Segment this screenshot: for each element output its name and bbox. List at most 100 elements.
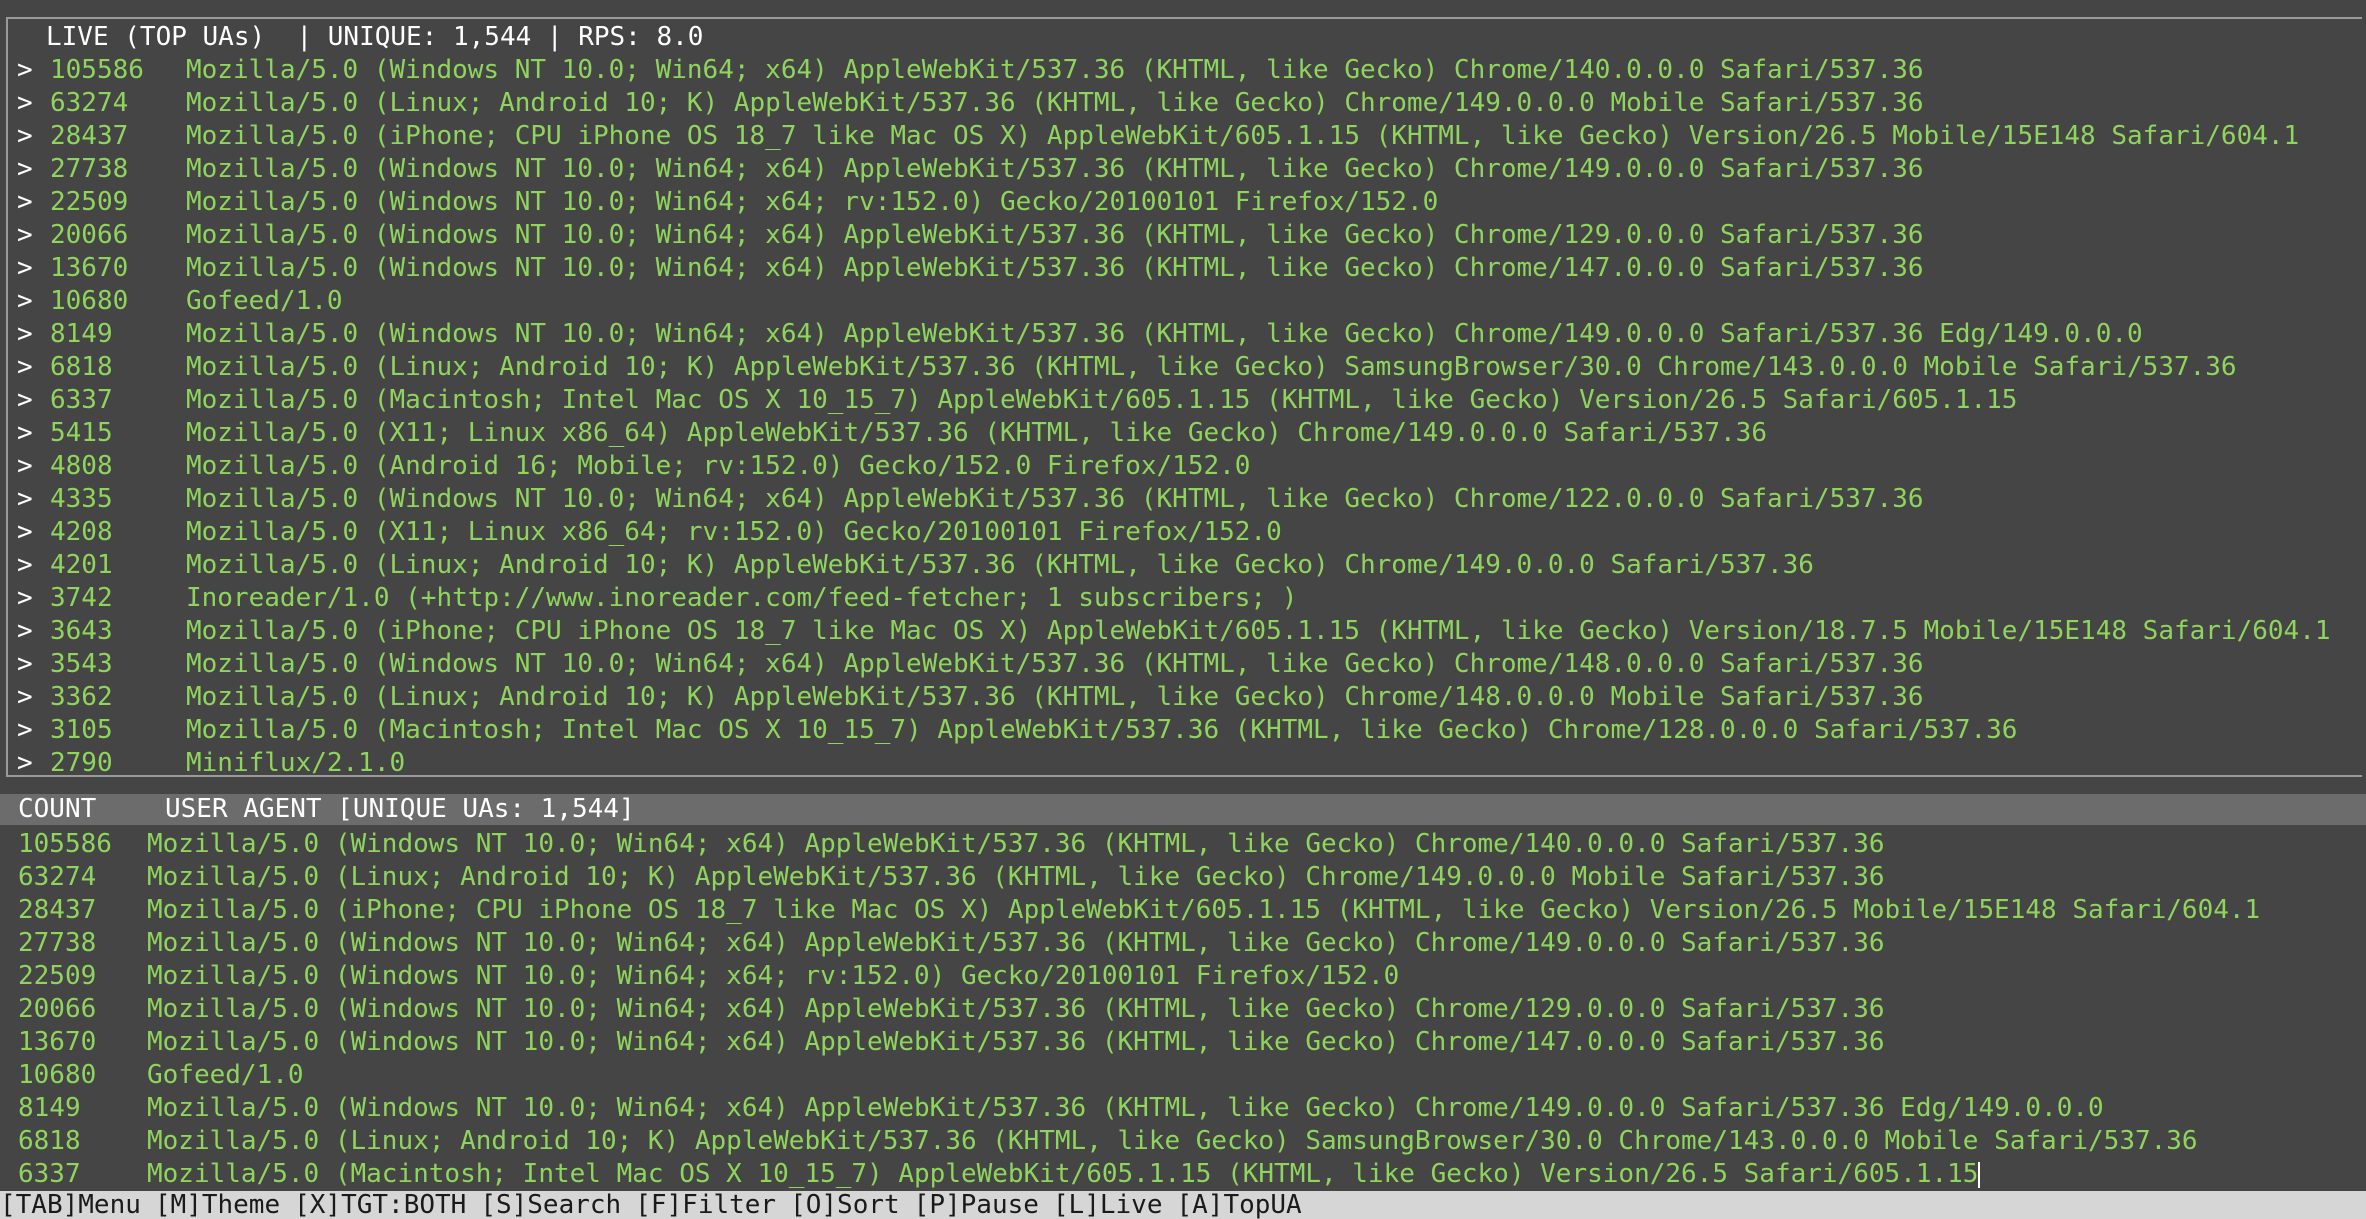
row-user-agent: Mozilla/5.0 (Windows NT 10.0; Win64; x64… [186,253,1924,283]
row-count: 4201 [50,550,113,580]
live-rows: >105586 Mozilla/5.0 (Windows NT 10.0; Win… [17,54,2366,780]
live-row[interactable]: >27738 Mozilla/5.0 (Windows NT 10.0; Win6… [17,153,2366,186]
keybinding-footer: [TAB]Menu [M]Theme [X]TGT:BOTH [S]Search [F]… [0,1191,2366,1219]
row-user-agent: Mozilla/5.0 (Macintosh; Intel Mac OS X 1… [186,385,2018,415]
row-user-agent: Gofeed/1.0 [147,1060,304,1090]
sort-key-hint[interactable]: [O]Sort [790,1190,900,1219]
row-count: 2790 [50,748,113,778]
table-row[interactable]: 105586 Mozilla/5.0 (Windows NT 10.0; Win6… [18,828,2366,861]
filter-key-hint[interactable]: [F]Filter [635,1190,776,1219]
row-prompt: > [17,154,33,184]
live-row[interactable]: >3543 Mozilla/5.0 (Windows NT 10.0; Win64… [17,648,2366,681]
target-key-hint[interactable]: [X]TGT:BOTH [294,1190,466,1219]
row-count: 27738 [50,154,129,184]
row-user-agent: Mozilla/5.0 (iPhone; CPU iPhone OS 18_7 … [186,616,2331,646]
live-row[interactable]: >8149 Mozilla/5.0 (Windows NT 10.0; Win64… [17,318,2366,351]
live-row[interactable]: >2790 Miniflux/2.1.0 [17,747,2366,780]
row-user-agent: Mozilla/5.0 (Windows NT 10.0; Win64; x64… [147,961,1400,991]
row-user-agent: Gofeed/1.0 [186,286,343,316]
table-row[interactable]: 22509 Mozilla/5.0 (Windows NT 10.0; Win64… [18,960,2366,993]
live-row[interactable]: >13670 Mozilla/5.0 (Windows NT 10.0; Win6… [17,252,2366,285]
row-prompt: > [17,649,33,679]
row-user-agent: Mozilla/5.0 (Windows NT 10.0; Win64; x64… [147,829,1885,859]
row-prompt: > [17,748,33,778]
table-row[interactable]: 13670 Mozilla/5.0 (Windows NT 10.0; Win64… [18,1026,2366,1059]
live-top-uas-panel: LIVE (TOP UAs) | UNIQUE: 1,544 | RPS: 8.… [6,17,2362,778]
search-key-hint[interactable]: [S]Search [480,1190,621,1219]
row-prompt: > [17,418,33,448]
theme-key-hint[interactable]: [M]Theme [155,1190,280,1219]
live-row[interactable]: >6337 Mozilla/5.0 (Macintosh; Intel Mac O… [17,384,2366,417]
row-count: 10680 [18,1060,97,1090]
row-count: 22509 [18,961,97,991]
live-row[interactable]: >22509 Mozilla/5.0 (Windows NT 10.0; Win6… [17,186,2366,219]
row-user-agent: Mozilla/5.0 (Android 16; Mobile; rv:152.… [186,451,1251,481]
table-row[interactable]: 28437 Mozilla/5.0 (iPhone; CPU iPhone OS … [18,894,2366,927]
row-count: 3742 [50,583,113,613]
column-header-user-agent[interactable]: USER AGENT [UNIQUE UAs: 1,544] [165,794,635,825]
menu-key-hint[interactable]: [TAB]Menu [0,1190,141,1219]
row-user-agent: Mozilla/5.0 (Linux; Android 10; K) Apple… [186,352,2237,382]
row-count: 27738 [18,928,97,958]
row-user-agent: Mozilla/5.0 (X11; Linux x86_64; rv:152.0… [186,517,1282,547]
row-prompt: > [17,220,33,250]
live-row[interactable]: >4808 Mozilla/5.0 (Android 16; Mobile; rv… [17,450,2366,483]
row-count: 6337 [50,385,113,415]
row-user-agent: Mozilla/5.0 (Linux; Android 10; K) Apple… [147,862,1885,892]
row-user-agent: Mozilla/5.0 (Windows NT 10.0; Win64; x64… [186,220,1924,250]
live-row[interactable]: >4201 Mozilla/5.0 (Linux; Android 10; K) … [17,549,2366,582]
table-row[interactable]: 63274 Mozilla/5.0 (Linux; Android 10; K) … [18,861,2366,894]
row-user-agent: Mozilla/5.0 (Windows NT 10.0; Win64; x64… [147,1093,2104,1123]
row-prompt: > [17,385,33,415]
row-prompt: > [17,550,33,580]
table-row[interactable]: 8149 Mozilla/5.0 (Windows NT 10.0; Win64;… [18,1092,2366,1125]
row-prompt: > [17,451,33,481]
row-prompt: > [17,121,33,151]
row-user-agent: Mozilla/5.0 (Macintosh; Intel Mac OS X 1… [147,1159,1979,1189]
live-row[interactable]: >3643 Mozilla/5.0 (iPhone; CPU iPhone OS … [17,615,2366,648]
live-row[interactable]: >28437 Mozilla/5.0 (iPhone; CPU iPhone OS… [17,120,2366,153]
row-user-agent: Mozilla/5.0 (Linux; Android 10; K) Apple… [186,682,1924,712]
row-user-agent: Mozilla/5.0 (Linux; Android 10; K) Apple… [186,88,1924,118]
live-key-hint[interactable]: [L]Live [1053,1190,1163,1219]
row-count: 28437 [50,121,129,151]
row-count: 13670 [50,253,129,283]
row-user-agent: Mozilla/5.0 (X11; Linux x86_64) AppleWeb… [186,418,1767,448]
table-row[interactable]: 6818 Mozilla/5.0 (Linux; Android 10; K) A… [18,1125,2366,1158]
live-row[interactable]: >10680 Gofeed/1.0 [17,285,2366,318]
table-row-selected[interactable]: 6337 Mozilla/5.0 (Macintosh; Intel Mac OS… [18,1158,2366,1191]
row-count: 4335 [50,484,113,514]
table-row[interactable]: 27738 Mozilla/5.0 (Windows NT 10.0; Win64… [18,927,2366,960]
live-row[interactable]: >5415 Mozilla/5.0 (X11; Linux x86_64) App… [17,417,2366,450]
text-cursor [1978,1161,1981,1188]
row-count: 3543 [50,649,113,679]
row-count: 8149 [50,319,113,349]
live-row[interactable]: >4208 Mozilla/5.0 (X11; Linux x86_64; rv:… [17,516,2366,549]
live-row[interactable]: >4335 Mozilla/5.0 (Windows NT 10.0; Win64… [17,483,2366,516]
row-prompt: > [17,253,33,283]
column-header-count[interactable]: COUNT [0,794,165,825]
row-prompt: > [17,352,33,382]
live-row[interactable]: >3742 Inoreader/1.0 (+http://www.inoreade… [17,582,2366,615]
table-row[interactable]: 10680 Gofeed/1.0 [18,1059,2366,1092]
row-count: 8149 [18,1093,81,1123]
table-row[interactable]: 20066 Mozilla/5.0 (Windows NT 10.0; Win64… [18,993,2366,1026]
row-prompt: > [17,616,33,646]
row-count: 6818 [18,1126,81,1156]
live-row[interactable]: >105586 Mozilla/5.0 (Windows NT 10.0; Win… [17,54,2366,87]
live-row[interactable]: >3105 Mozilla/5.0 (Macintosh; Intel Mac O… [17,714,2366,747]
row-count: 3643 [50,616,113,646]
live-row[interactable]: >63274 Mozilla/5.0 (Linux; Android 10; K)… [17,87,2366,120]
pause-key-hint[interactable]: [P]Pause [914,1190,1039,1219]
row-count: 105586 [50,55,144,85]
live-row[interactable]: >20066 Mozilla/5.0 (Windows NT 10.0; Win6… [17,219,2366,252]
row-user-agent: Mozilla/5.0 (Linux; Android 10; K) Apple… [186,550,1814,580]
live-row[interactable]: >6818 Mozilla/5.0 (Linux; Android 10; K) … [17,351,2366,384]
row-count: 20066 [18,994,97,1024]
top-ua-key-hint[interactable]: [A]TopUA [1176,1190,1301,1219]
live-row[interactable]: >3362 Mozilla/5.0 (Linux; Android 10; K) … [17,681,2366,714]
row-user-agent: Miniflux/2.1.0 [186,748,406,778]
row-user-agent: Mozilla/5.0 (Linux; Android 10; K) Apple… [147,1126,2198,1156]
row-user-agent: Mozilla/5.0 (Windows NT 10.0; Win64; x64… [186,649,1924,679]
row-prompt: > [17,484,33,514]
